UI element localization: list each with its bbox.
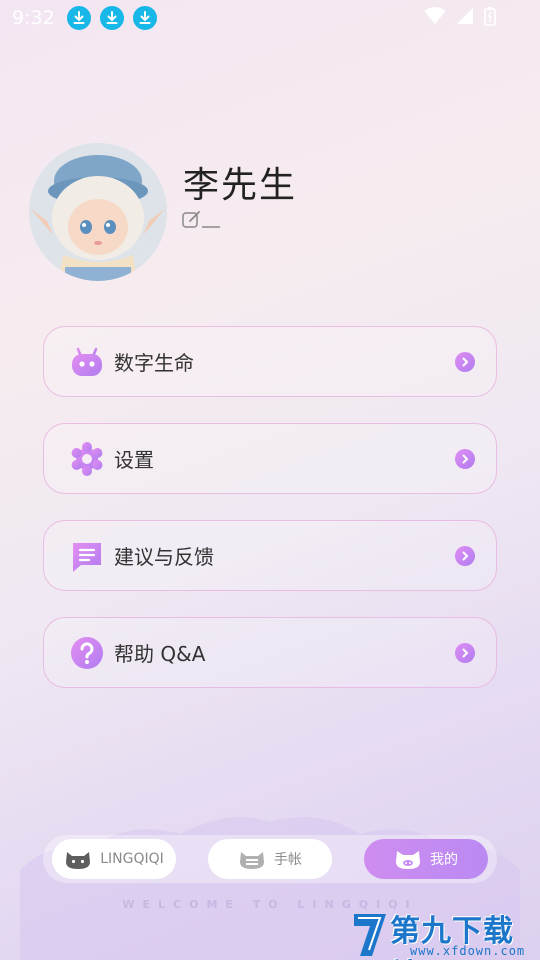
chevron-right-icon <box>455 643 475 663</box>
pig-face-icon <box>396 851 420 869</box>
menu-item-help[interactable]: 帮助 Q&A <box>43 617 497 688</box>
chevron-right-icon <box>455 352 475 372</box>
menu-label: 设置 <box>114 448 154 472</box>
menu-item-digital-life[interactable]: 数字生命 <box>43 326 497 397</box>
menu-item-feedback[interactable]: 建议与反馈 <box>43 520 497 591</box>
gear-icon <box>70 441 104 476</box>
watermark-url: www.xfdown.com <box>410 944 526 958</box>
download-icon <box>99 6 124 30</box>
user-name: 李先生 <box>183 165 298 206</box>
tab-label: 手帐 <box>274 852 302 868</box>
tab-mine[interactable]: 我的 <box>364 839 488 879</box>
feedback-icon <box>70 539 104 573</box>
chevron-right-icon <box>455 449 475 469</box>
edit-signature-icon[interactable] <box>182 209 222 229</box>
notebook-cat-icon <box>240 852 264 869</box>
menu-label: 建议与反馈 <box>114 545 214 569</box>
signal-icon <box>457 8 473 24</box>
watermark: 第九下载站 www.xfdown.com <box>350 906 540 960</box>
status-time: 9:32 <box>12 7 55 29</box>
bottom-nav: LINGQIQI 手帐 我的 <box>43 835 497 883</box>
avatar[interactable] <box>29 143 167 281</box>
tab-label: 我的 <box>430 852 458 868</box>
menu-label: 数字生命 <box>114 351 194 375</box>
download-icon <box>66 6 91 30</box>
chevron-right-icon <box>455 546 475 566</box>
watermark-logo <box>354 914 386 956</box>
cat-face-icon <box>66 852 91 869</box>
tab-notebook[interactable]: 手帐 <box>208 839 332 879</box>
status-indicators <box>424 6 496 26</box>
tab-lingqiqi[interactable]: LINGQIQI <box>52 839 176 879</box>
tab-label: LINGQIQI <box>100 851 164 867</box>
status-bar: 9:32 <box>0 0 540 36</box>
menu-item-settings[interactable]: 设置 <box>43 423 497 494</box>
wifi-icon <box>424 7 446 24</box>
help-icon <box>70 636 104 670</box>
robot-icon <box>70 345 104 379</box>
menu-label: 帮助 Q&A <box>114 642 206 666</box>
battery-icon <box>484 7 496 26</box>
download-icon <box>132 6 157 30</box>
